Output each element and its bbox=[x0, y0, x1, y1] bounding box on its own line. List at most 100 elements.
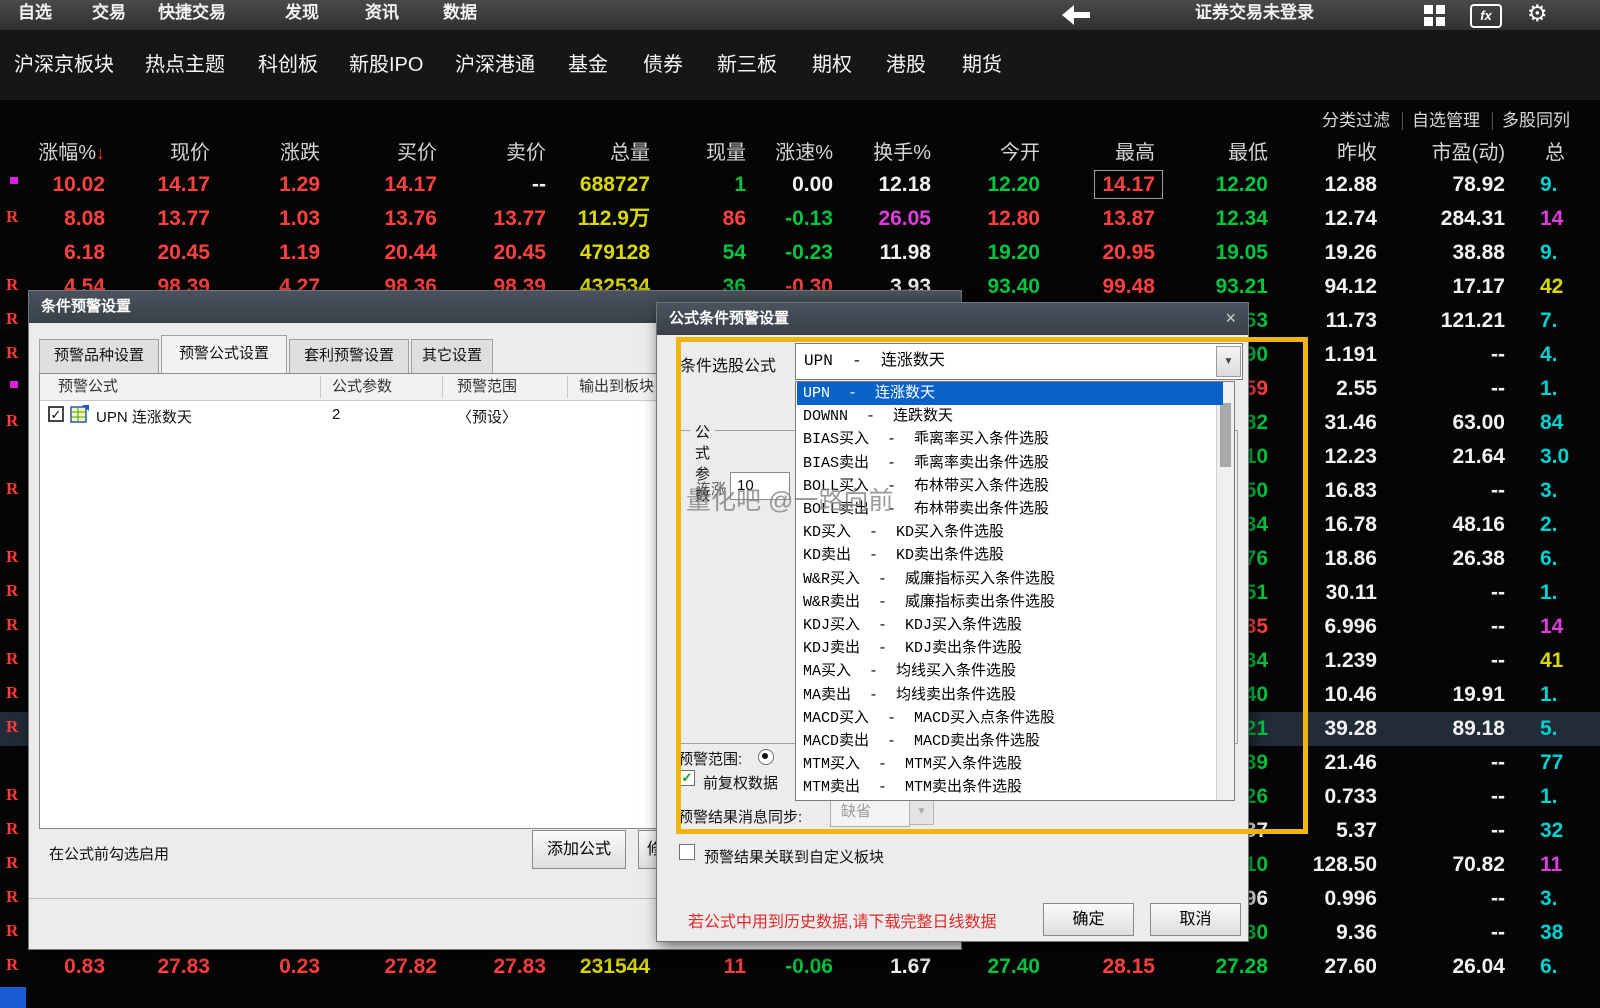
formula-combo-field[interactable]: UPN - 连涨数天 bbox=[795, 343, 1243, 380]
nav-item-4[interactable]: 沪深港通 bbox=[455, 30, 535, 100]
table-cell: 1. bbox=[1540, 581, 1558, 604]
formula-dropdown-list: UPN - 连涨数天 DOWNN - 连跌数天 BIAS买入 - 乖离率买入条件选股… bbox=[795, 381, 1235, 801]
combo-dropdown-arrow-icon[interactable]: ▼ bbox=[1216, 346, 1241, 377]
top-menu-3[interactable]: 发现 bbox=[285, 0, 319, 30]
list-header-output[interactable]: 输出到板块 bbox=[579, 374, 654, 400]
dropdown-item-3[interactable]: BIAS卖出 - 乖离率卖出条件选股 bbox=[797, 452, 1223, 475]
column-header-12[interactable]: 昨收 bbox=[1337, 138, 1377, 168]
view-tab-2[interactable]: 多股同列 bbox=[1502, 108, 1570, 134]
column-header-10[interactable]: 最高 bbox=[1115, 138, 1155, 168]
assoc-board-checkbox[interactable] bbox=[679, 844, 695, 860]
table-row[interactable]: 6.18 20.45 1.19 20.44 20.45 479128 54 -0.23 11.9… bbox=[0, 236, 1600, 270]
top-menu-4[interactable]: 资讯 bbox=[365, 0, 399, 30]
cancel-button[interactable]: 取消 bbox=[1150, 903, 1241, 936]
gear-icon[interactable]: ⚙ bbox=[1527, 0, 1548, 27]
column-header-11[interactable]: 最低 bbox=[1228, 138, 1268, 168]
top-menu-5[interactable]: 数据 bbox=[443, 0, 477, 30]
fx-editor-icon[interactable]: fx bbox=[1470, 4, 1502, 28]
table-cell: 6.996 bbox=[1324, 615, 1377, 638]
list-header-range[interactable]: 预警范围 bbox=[457, 374, 517, 400]
msg-sync-combo: 缺省 bbox=[830, 797, 910, 827]
market-nav-bar: 沪深京板块 热点主题 科创板 新股IPO 沪深港通 基金 债券 新三板 期权 港股 期货 bbox=[0, 30, 1600, 100]
column-header-9[interactable]: 今开 bbox=[1000, 138, 1040, 168]
dropdown-item-2[interactable]: BIAS买入 - 乖离率买入条件选股 bbox=[797, 428, 1223, 451]
tab-0[interactable]: 预警品种设置 bbox=[39, 339, 159, 373]
tab-2[interactable]: 套利预警设置 bbox=[289, 339, 409, 373]
row-flag-r: R bbox=[6, 411, 19, 430]
tab-1[interactable]: 预警公式设置 bbox=[161, 335, 287, 373]
dropdown-item-11[interactable]: KDJ卖出 - KDJ卖出条件选股 bbox=[797, 637, 1223, 660]
nav-item-0[interactable]: 沪深京板块 bbox=[14, 30, 114, 100]
nav-item-3[interactable]: 新股IPO bbox=[349, 30, 423, 100]
nav-item-9[interactable]: 港股 bbox=[886, 30, 926, 100]
table-cell: 30.11 bbox=[1325, 581, 1377, 604]
list-header-params[interactable]: 公式参数 bbox=[332, 374, 392, 400]
dropdown-item-6[interactable]: KD买入 - KD买入条件选股 bbox=[797, 521, 1223, 544]
dropdown-item-7[interactable]: KD卖出 - KD卖出条件选股 bbox=[797, 544, 1223, 567]
dropdown-item-13[interactable]: MA卖出 - 均线卖出条件选股 bbox=[797, 684, 1223, 707]
back-arrow-icon[interactable] bbox=[1062, 5, 1090, 25]
column-header-0[interactable]: 涨幅%↓ bbox=[38, 138, 105, 168]
table-cell: 3. bbox=[1540, 887, 1558, 910]
dropdown-item-5[interactable]: BOLL卖出 - 布林带卖出条件选股 bbox=[797, 498, 1223, 521]
top-menu-2[interactable]: 快捷交易 bbox=[158, 0, 226, 30]
add-formula-button[interactable]: 添加公式 bbox=[532, 830, 626, 869]
nav-item-8[interactable]: 期权 bbox=[812, 30, 852, 100]
column-header-5[interactable]: 总量 bbox=[610, 138, 650, 168]
nav-item-2[interactable]: 科创板 bbox=[258, 30, 318, 100]
formula-alert-close-icon[interactable]: × bbox=[1225, 307, 1236, 329]
column-header-4[interactable]: 卖价 bbox=[506, 138, 546, 168]
table-row[interactable]: R 8.08 13.77 1.03 13.76 13.77 112.9万 86 -0.13 26.… bbox=[0, 202, 1600, 236]
row-flag-r: R bbox=[6, 343, 19, 362]
dropdown-item-9[interactable]: W&R卖出 - 威廉指标卖出条件选股 bbox=[797, 591, 1223, 614]
table-cell: 12.20 bbox=[1215, 173, 1268, 196]
dropdown-item-16[interactable]: MTM买入 - MTM买入条件选股 bbox=[797, 753, 1223, 776]
dropdown-item-8[interactable]: W&R买入 - 威廉指标买入条件选股 bbox=[797, 568, 1223, 591]
top-menu-1[interactable]: 交易 bbox=[92, 0, 126, 30]
table-cell: -0.06 bbox=[785, 955, 833, 978]
column-header-8[interactable]: 换手% bbox=[873, 138, 931, 168]
dropdown-item-17[interactable]: MTM卖出 - MTM卖出条件选股 bbox=[797, 776, 1223, 799]
nav-item-5[interactable]: 基金 bbox=[568, 30, 608, 100]
formula-alert-dialog-title[interactable]: 公式条件预警设置 bbox=[657, 303, 1248, 335]
adjusted-data-checkbox[interactable]: ✓ bbox=[679, 770, 695, 786]
dropdown-item-4[interactable]: BOLL买入 - 布林带买入条件选股 bbox=[797, 475, 1223, 498]
adjusted-data-label: 前复权数据 bbox=[703, 775, 779, 792]
nav-item-6[interactable]: 债券 bbox=[643, 30, 683, 100]
table-cell: 12.23 bbox=[1324, 445, 1377, 468]
tab-3[interactable]: 其它设置 bbox=[411, 339, 493, 373]
row-flag-dot bbox=[10, 177, 18, 184]
login-status[interactable]: 证券交易未登录 bbox=[1195, 0, 1314, 30]
table-cell: 38 bbox=[1540, 921, 1564, 944]
column-header-14[interactable]: 总 bbox=[1545, 138, 1565, 168]
table-row[interactable]: 10.02 14.17 1.29 14.17 -- 688727 1 0.00 12.18 12.… bbox=[0, 168, 1600, 202]
column-header-13[interactable]: 市盈(动) bbox=[1432, 138, 1505, 168]
dropdown-item-0[interactable]: UPN - 连涨数天 bbox=[797, 382, 1223, 405]
view-tab-1[interactable]: 自选管理 bbox=[1412, 108, 1480, 134]
table-cell: 2. bbox=[1540, 513, 1558, 536]
nav-item-7[interactable]: 新三板 bbox=[717, 30, 777, 100]
dropdown-item-14[interactable]: MACD买入 - MACD买入点条件选股 bbox=[797, 707, 1223, 730]
param-value-input[interactable]: 10 bbox=[730, 472, 790, 500]
dropdown-item-12[interactable]: MA买入 - 均线买入条件选股 bbox=[797, 660, 1223, 683]
view-tab-0[interactable]: 分类过滤 bbox=[1322, 108, 1390, 134]
dropdown-item-1[interactable]: DOWNN - 连跌数天 bbox=[797, 405, 1223, 428]
top-menu-0[interactable]: 自选 bbox=[18, 0, 52, 30]
dropdown-item-15[interactable]: MACD卖出 - MACD卖出条件选股 bbox=[797, 730, 1223, 753]
ok-button[interactable]: 确定 bbox=[1043, 903, 1134, 936]
column-header-3[interactable]: 买价 bbox=[397, 138, 437, 168]
dropdown-item-10[interactable]: KDJ买入 - KDJ买入条件选股 bbox=[797, 614, 1223, 637]
column-header-7[interactable]: 涨速% bbox=[775, 138, 833, 168]
alert-range-radio[interactable] bbox=[758, 749, 774, 765]
grid-layout-icon[interactable] bbox=[1424, 5, 1446, 27]
list-header-formula[interactable]: 预警公式 bbox=[58, 374, 118, 400]
nav-item-10[interactable]: 期货 bbox=[962, 30, 1002, 100]
column-header-1[interactable]: 现价 bbox=[170, 138, 210, 168]
column-header-6[interactable]: 现量 bbox=[706, 138, 746, 168]
column-header-2[interactable]: 涨跌 bbox=[280, 138, 320, 168]
table-cell: -- bbox=[1491, 615, 1505, 638]
table-cell: 13.77 bbox=[493, 207, 546, 230]
table-row[interactable]: R 0.83 27.83 0.23 27.82 27.83 231544 11 -0.06 1.6… bbox=[0, 950, 1600, 984]
formula-enabled-checkbox[interactable]: ✓ bbox=[48, 406, 64, 422]
nav-item-1[interactable]: 热点主题 bbox=[145, 30, 225, 100]
